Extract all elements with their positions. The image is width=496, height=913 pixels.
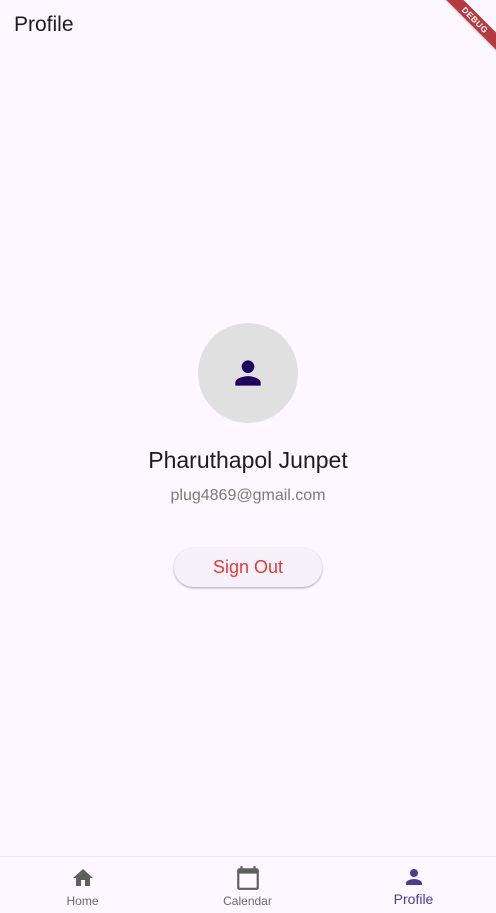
person-icon <box>235 360 261 386</box>
nav-item-home[interactable]: Home <box>0 857 165 913</box>
app-bar: Profile <box>0 0 496 52</box>
person-icon <box>405 869 422 885</box>
page-title: Profile <box>14 13 74 36</box>
nav-item-calendar[interactable]: Calendar <box>165 857 330 913</box>
debug-banner: DEBUG <box>436 0 496 60</box>
sign-out-button[interactable]: Sign Out <box>174 548 322 587</box>
nav-label-profile: Profile <box>393 891 434 907</box>
nav-label-calendar: Calendar <box>223 894 272 908</box>
nav-item-profile[interactable]: Profile <box>331 857 496 913</box>
user-name: Pharuthapol Junpet <box>148 447 348 473</box>
avatar <box>198 323 298 423</box>
bottom-navigation-bar: Home Calendar Profile <box>0 856 496 912</box>
debug-banner-label: DEBUG <box>438 0 496 57</box>
home-icon <box>72 869 93 886</box>
nav-label-home: Home <box>66 894 99 908</box>
user-email: plug4869@gmail.com <box>170 487 326 504</box>
calendar-icon <box>236 866 259 890</box>
